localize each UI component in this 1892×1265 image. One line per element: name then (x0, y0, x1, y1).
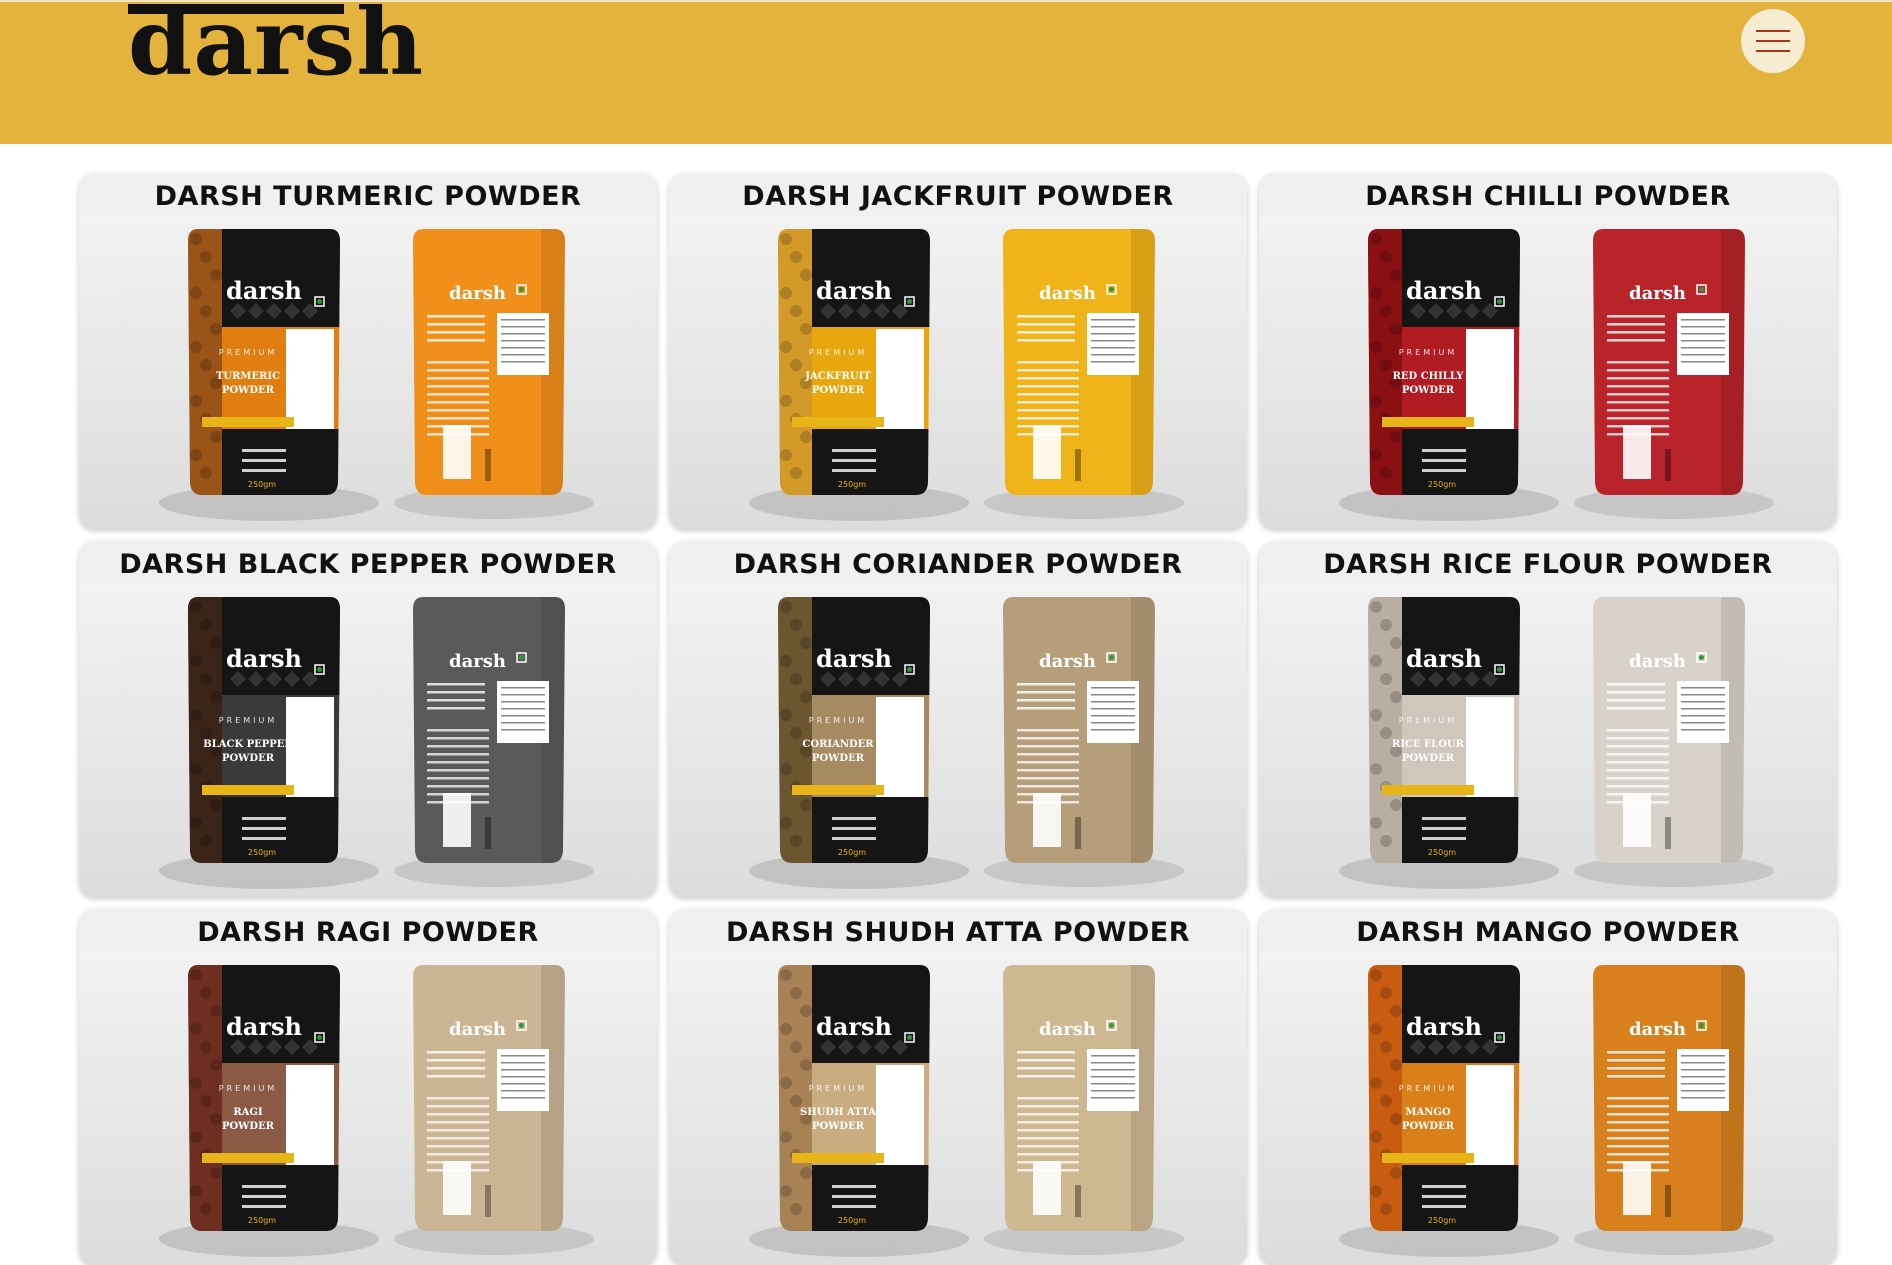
svg-text:250gm: 250gm (1428, 848, 1456, 857)
svg-text:250gm: 250gm (838, 848, 866, 857)
product-title: DARSH RAGI POWDER (197, 917, 539, 948)
svg-text:PREMIUM: PREMIUM (809, 348, 867, 357)
product-image: darsh PREMIUM MANGO POWDER 250gm darsh (1259, 953, 1837, 1265)
product-image: darsh PREMIUM BLACK PEPPER POWDER 250gm darsh (79, 585, 657, 897)
svg-text:CORIANDER: CORIANDER (802, 739, 874, 750)
product-card[interactable]: DARSH MANGO POWDER darsh PREMIUM MANGO POWD… (1259, 909, 1837, 1265)
svg-text:POWDER: POWDER (1402, 1121, 1455, 1132)
product-pack-illustration: darsh PREMIUM RED CHILLY POWDER 250gm darsh (1259, 217, 1837, 529)
svg-text:POWDER: POWDER (812, 753, 865, 764)
svg-text:darsh: darsh (1629, 651, 1686, 672)
hamburger-menu-icon-line (1756, 30, 1790, 32)
product-card[interactable]: DARSH RICE FLOUR POWDER darsh PREMIUM RICE… (1259, 541, 1837, 897)
svg-text:darsh: darsh (449, 283, 506, 304)
svg-text:POWDER: POWDER (812, 385, 865, 396)
product-image: darsh PREMIUM RAGI POWDER 250gm darsh (79, 953, 657, 1265)
menu-button[interactable] (1741, 9, 1805, 73)
product-pack-illustration: darsh PREMIUM CORIANDER POWDER 250gm darsh (669, 585, 1247, 897)
product-title: DARSH JACKFRUIT POWDER (742, 181, 1174, 212)
pack-brand: darsh (1406, 276, 1482, 305)
product-pack-illustration: darsh PREMIUM RICE FLOUR POWDER 250gm darsh (1259, 585, 1837, 897)
product-pack-illustration: darsh PREMIUM SHUDH ATTA POWDER 250gm darsh (669, 953, 1247, 1265)
pack-brand: darsh (816, 276, 892, 305)
site-header: darsh (0, 0, 1892, 144)
pack-brand: darsh (816, 644, 892, 673)
product-pack-illustration: darsh PREMIUM RAGI POWDER 250gm darsh (79, 953, 657, 1265)
svg-text:darsh: darsh (1629, 1019, 1686, 1040)
product-pack-illustration: darsh PREMIUM TURMERIC POWDER 250gm darsh (79, 217, 657, 529)
svg-text:POWDER: POWDER (1402, 385, 1455, 396)
product-pack-illustration: darsh PREMIUM BLACK PEPPER POWDER 250gm darsh (79, 585, 657, 897)
product-title: DARSH BLACK PEPPER POWDER (119, 549, 617, 580)
svg-text:250gm: 250gm (248, 1216, 276, 1225)
pack-brand: darsh (226, 276, 302, 305)
hamburger-menu-icon-line (1756, 40, 1790, 42)
svg-text:RAGI: RAGI (233, 1107, 263, 1118)
pack-brand: darsh (226, 644, 302, 673)
product-card[interactable]: DARSH SHUDH ATTA POWDER darsh PREMIUM SHUD… (669, 909, 1247, 1265)
svg-text:darsh: darsh (449, 1019, 506, 1040)
product-card[interactable]: DARSH JACKFRUIT POWDER darsh PREMIUM JACKF… (669, 173, 1247, 529)
product-image: darsh PREMIUM RICE FLOUR POWDER 250gm darsh (1259, 585, 1837, 897)
svg-text:POWDER: POWDER (222, 753, 275, 764)
pack-brand: darsh (226, 1012, 302, 1041)
svg-text:POWDER: POWDER (812, 1121, 865, 1132)
svg-text:PREMIUM: PREMIUM (1399, 348, 1457, 357)
svg-text:RICE FLOUR: RICE FLOUR (1392, 739, 1465, 750)
product-title: DARSH MANGO POWDER (1356, 917, 1740, 948)
pack-brand: darsh (816, 1012, 892, 1041)
svg-text:RED CHILLY: RED CHILLY (1393, 371, 1465, 382)
svg-text:250gm: 250gm (1428, 1216, 1456, 1225)
svg-text:PREMIUM: PREMIUM (1399, 716, 1457, 725)
product-card[interactable]: DARSH TURMERIC POWDER darsh PREMIUM TURMER… (79, 173, 657, 529)
product-pack-illustration: darsh PREMIUM JACKFRUIT POWDER 250gm darsh (669, 217, 1247, 529)
svg-text:SHUDH ATTA: SHUDH ATTA (800, 1107, 876, 1118)
svg-text:POWDER: POWDER (1402, 753, 1455, 764)
product-title: DARSH CHILLI POWDER (1365, 181, 1731, 212)
svg-text:PREMIUM: PREMIUM (219, 716, 277, 725)
hamburger-menu-icon-line (1756, 50, 1790, 52)
svg-text:PREMIUM: PREMIUM (219, 1084, 277, 1093)
product-image: darsh PREMIUM JACKFRUIT POWDER 250gm darsh (669, 217, 1247, 529)
product-title: DARSH CORIANDER POWDER (733, 549, 1183, 580)
svg-text:darsh: darsh (1039, 651, 1096, 672)
product-image: darsh PREMIUM TURMERIC POWDER 250gm darsh (79, 217, 657, 529)
svg-text:POWDER: POWDER (222, 1121, 275, 1132)
svg-text:250gm: 250gm (1428, 480, 1456, 489)
product-image: darsh PREMIUM CORIANDER POWDER 250gm darsh (669, 585, 1247, 897)
svg-text:PREMIUM: PREMIUM (809, 716, 867, 725)
product-image: darsh PREMIUM RED CHILLY POWDER 250gm darsh (1259, 217, 1837, 529)
svg-text:darsh: darsh (1039, 283, 1096, 304)
svg-text:MANGO: MANGO (1405, 1107, 1451, 1118)
pack-brand: darsh (1406, 644, 1482, 673)
svg-text:darsh: darsh (1629, 283, 1686, 304)
product-pack-illustration: darsh PREMIUM MANGO POWDER 250gm darsh (1259, 953, 1837, 1265)
svg-text:250gm: 250gm (248, 480, 276, 489)
product-title: DARSH TURMERIC POWDER (154, 181, 582, 212)
product-card[interactable]: DARSH CHILLI POWDER darsh PREMIUM RED CHIL… (1259, 173, 1837, 529)
svg-text:PREMIUM: PREMIUM (1399, 1084, 1457, 1093)
darsh-logo[interactable]: darsh (128, 0, 424, 88)
svg-text:POWDER: POWDER (222, 385, 275, 396)
product-card[interactable]: DARSH RAGI POWDER darsh PREMIUM RAGI POWDER… (79, 909, 657, 1265)
svg-text:PREMIUM: PREMIUM (809, 1084, 867, 1093)
svg-text:darsh: darsh (1039, 1019, 1096, 1040)
product-card[interactable]: DARSH BLACK PEPPER POWDER darsh PREMIUM BL… (79, 541, 657, 897)
product-title: DARSH SHUDH ATTA POWDER (725, 917, 1191, 948)
svg-text:250gm: 250gm (248, 848, 276, 857)
svg-text:JACKFRUIT: JACKFRUIT (804, 371, 871, 382)
product-title: DARSH RICE FLOUR POWDER (1323, 549, 1773, 580)
svg-text:darsh: darsh (449, 651, 506, 672)
svg-text:TURMERIC: TURMERIC (216, 371, 280, 382)
pack-brand: darsh (1406, 1012, 1482, 1041)
svg-text:PREMIUM: PREMIUM (219, 348, 277, 357)
svg-text:250gm: 250gm (838, 480, 866, 489)
svg-text:250gm: 250gm (838, 1216, 866, 1225)
svg-text:BLACK PEPPER: BLACK PEPPER (203, 739, 293, 750)
product-card[interactable]: DARSH CORIANDER POWDER darsh PREMIUM CORIA… (669, 541, 1247, 897)
product-image: darsh PREMIUM SHUDH ATTA POWDER 250gm darsh (669, 953, 1247, 1265)
